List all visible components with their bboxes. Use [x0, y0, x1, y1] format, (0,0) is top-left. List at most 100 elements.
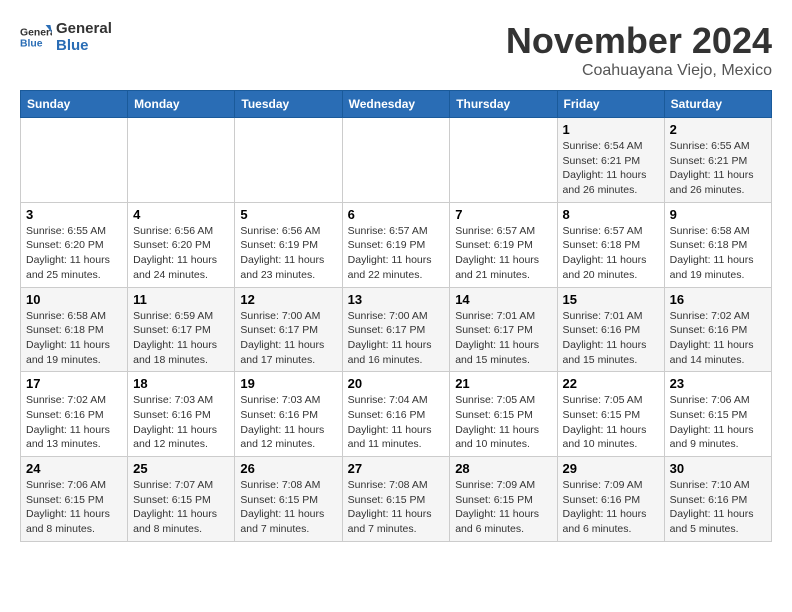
calendar-cell	[21, 118, 128, 203]
day-number: 25	[133, 461, 229, 476]
day-info: Sunrise: 6:56 AMSunset: 6:19 PMDaylight:…	[240, 224, 336, 283]
day-info: Sunrise: 7:05 AMSunset: 6:15 PMDaylight:…	[455, 393, 551, 452]
day-info: Sunrise: 6:56 AMSunset: 6:20 PMDaylight:…	[133, 224, 229, 283]
calendar-cell: 26 Sunrise: 7:08 AMSunset: 6:15 PMDayligh…	[235, 457, 342, 542]
weekday-header-thursday: Thursday	[450, 91, 557, 118]
calendar-cell: 7 Sunrise: 6:57 AMSunset: 6:19 PMDaylight…	[450, 202, 557, 287]
weekday-header-sunday: Sunday	[21, 91, 128, 118]
weekday-header-tuesday: Tuesday	[235, 91, 342, 118]
day-number: 5	[240, 207, 336, 222]
day-number: 14	[455, 292, 551, 307]
day-info: Sunrise: 6:58 AMSunset: 6:18 PMDaylight:…	[670, 224, 766, 283]
day-number: 26	[240, 461, 336, 476]
location-title: Coahuayana Viejo, Mexico	[506, 62, 772, 80]
day-number: 3	[26, 207, 122, 222]
day-number: 21	[455, 376, 551, 391]
day-info: Sunrise: 7:01 AMSunset: 6:16 PMDaylight:…	[563, 309, 659, 368]
day-info: Sunrise: 6:57 AMSunset: 6:19 PMDaylight:…	[455, 224, 551, 283]
calendar-cell: 30Sunrise: 7:10 AMSunset: 6:16 PMDayligh…	[664, 457, 771, 542]
logo-general-text: General	[56, 20, 112, 37]
logo: General Blue General Blue	[20, 20, 112, 54]
calendar-cell: 1 Sunrise: 6:54 AMSunset: 6:21 PMDaylight…	[557, 118, 664, 203]
week-row-3: 10Sunrise: 6:58 AMSunset: 6:18 PMDayligh…	[21, 287, 772, 372]
day-info: Sunrise: 7:02 AMSunset: 6:16 PMDaylight:…	[670, 309, 766, 368]
day-number: 19	[240, 376, 336, 391]
week-row-5: 24Sunrise: 7:06 AMSunset: 6:15 PMDayligh…	[21, 457, 772, 542]
day-info: Sunrise: 7:09 AMSunset: 6:15 PMDaylight:…	[455, 478, 551, 537]
day-number: 10	[26, 292, 122, 307]
day-number: 28	[455, 461, 551, 476]
day-info: Sunrise: 7:03 AMSunset: 6:16 PMDaylight:…	[240, 393, 336, 452]
calendar-cell: 9 Sunrise: 6:58 AMSunset: 6:18 PMDaylight…	[664, 202, 771, 287]
day-info: Sunrise: 7:05 AMSunset: 6:15 PMDaylight:…	[563, 393, 659, 452]
logo-icon: General Blue	[20, 21, 52, 53]
calendar-cell: 23Sunrise: 7:06 AMSunset: 6:15 PMDayligh…	[664, 372, 771, 457]
week-row-1: 1 Sunrise: 6:54 AMSunset: 6:21 PMDaylight…	[21, 118, 772, 203]
calendar-cell: 22 Sunrise: 7:05 AMSunset: 6:15 PMDayligh…	[557, 372, 664, 457]
calendar-cell: 16 Sunrise: 7:02 AMSunset: 6:16 PMDayligh…	[664, 287, 771, 372]
day-info: Sunrise: 7:04 AMSunset: 6:16 PMDaylight:…	[348, 393, 445, 452]
day-info: Sunrise: 6:57 AMSunset: 6:18 PMDaylight:…	[563, 224, 659, 283]
calendar-cell: 27Sunrise: 7:08 AMSunset: 6:15 PMDayligh…	[342, 457, 450, 542]
day-number: 12	[240, 292, 336, 307]
calendar-cell: 14 Sunrise: 7:01 AMSunset: 6:17 PMDayligh…	[450, 287, 557, 372]
svg-text:General: General	[20, 27, 52, 38]
calendar-cell: 17Sunrise: 7:02 AMSunset: 6:16 PMDayligh…	[21, 372, 128, 457]
weekday-header-friday: Friday	[557, 91, 664, 118]
weekday-header-row: SundayMondayTuesdayWednesdayThursdayFrid…	[21, 91, 772, 118]
calendar-cell	[235, 118, 342, 203]
calendar-cell: 4 Sunrise: 6:56 AMSunset: 6:20 PMDaylight…	[128, 202, 235, 287]
day-number: 20	[348, 376, 445, 391]
calendar-cell: 24Sunrise: 7:06 AMSunset: 6:15 PMDayligh…	[21, 457, 128, 542]
day-number: 18	[133, 376, 229, 391]
day-number: 2	[670, 122, 766, 137]
day-info: Sunrise: 6:54 AMSunset: 6:21 PMDaylight:…	[563, 139, 659, 198]
svg-text:Blue: Blue	[20, 39, 43, 50]
calendar-cell: 10Sunrise: 6:58 AMSunset: 6:18 PMDayligh…	[21, 287, 128, 372]
calendar-cell: 18 Sunrise: 7:03 AMSunset: 6:16 PMDayligh…	[128, 372, 235, 457]
day-number: 16	[670, 292, 766, 307]
day-number: 1	[563, 122, 659, 137]
calendar-cell: 8 Sunrise: 6:57 AMSunset: 6:18 PMDaylight…	[557, 202, 664, 287]
day-info: Sunrise: 7:02 AMSunset: 6:16 PMDaylight:…	[26, 393, 122, 452]
page-header: General Blue General Blue November 2024 …	[20, 20, 772, 80]
calendar-cell: 28 Sunrise: 7:09 AMSunset: 6:15 PMDayligh…	[450, 457, 557, 542]
calendar-cell: 13 Sunrise: 7:00 AMSunset: 6:17 PMDayligh…	[342, 287, 450, 372]
day-info: Sunrise: 7:06 AMSunset: 6:15 PMDaylight:…	[670, 393, 766, 452]
day-number: 15	[563, 292, 659, 307]
day-info: Sunrise: 7:09 AMSunset: 6:16 PMDaylight:…	[563, 478, 659, 537]
calendar-cell: 15 Sunrise: 7:01 AMSunset: 6:16 PMDayligh…	[557, 287, 664, 372]
day-number: 7	[455, 207, 551, 222]
day-info: Sunrise: 7:00 AMSunset: 6:17 PMDaylight:…	[348, 309, 445, 368]
day-info: Sunrise: 7:08 AMSunset: 6:15 PMDaylight:…	[240, 478, 336, 537]
day-number: 22	[563, 376, 659, 391]
day-number: 13	[348, 292, 445, 307]
day-info: Sunrise: 7:01 AMSunset: 6:17 PMDaylight:…	[455, 309, 551, 368]
calendar-cell: 21 Sunrise: 7:05 AMSunset: 6:15 PMDayligh…	[450, 372, 557, 457]
calendar-cell	[342, 118, 450, 203]
day-number: 8	[563, 207, 659, 222]
calendar-cell: 19 Sunrise: 7:03 AMSunset: 6:16 PMDayligh…	[235, 372, 342, 457]
day-info: Sunrise: 6:57 AMSunset: 6:19 PMDaylight:…	[348, 224, 445, 283]
day-info: Sunrise: 7:10 AMSunset: 6:16 PMDaylight:…	[670, 478, 766, 537]
day-info: Sunrise: 7:03 AMSunset: 6:16 PMDaylight:…	[133, 393, 229, 452]
calendar-cell: 25 Sunrise: 7:07 AMSunset: 6:15 PMDayligh…	[128, 457, 235, 542]
week-row-2: 3Sunrise: 6:55 AMSunset: 6:20 PMDaylight…	[21, 202, 772, 287]
day-number: 4	[133, 207, 229, 222]
day-number: 27	[348, 461, 445, 476]
day-info: Sunrise: 7:00 AMSunset: 6:17 PMDaylight:…	[240, 309, 336, 368]
weekday-header-wednesday: Wednesday	[342, 91, 450, 118]
day-number: 9	[670, 207, 766, 222]
day-number: 29	[563, 461, 659, 476]
day-info: Sunrise: 7:07 AMSunset: 6:15 PMDaylight:…	[133, 478, 229, 537]
weekday-header-monday: Monday	[128, 91, 235, 118]
weekday-header-saturday: Saturday	[664, 91, 771, 118]
week-row-4: 17Sunrise: 7:02 AMSunset: 6:16 PMDayligh…	[21, 372, 772, 457]
day-info: Sunrise: 7:06 AMSunset: 6:15 PMDaylight:…	[26, 478, 122, 537]
calendar-cell: 20 Sunrise: 7:04 AMSunset: 6:16 PMDayligh…	[342, 372, 450, 457]
calendar-cell: 6 Sunrise: 6:57 AMSunset: 6:19 PMDaylight…	[342, 202, 450, 287]
calendar-cell	[128, 118, 235, 203]
calendar-cell: 11Sunrise: 6:59 AMSunset: 6:17 PMDayligh…	[128, 287, 235, 372]
logo-blue-text: Blue	[56, 37, 112, 54]
day-number: 6	[348, 207, 445, 222]
